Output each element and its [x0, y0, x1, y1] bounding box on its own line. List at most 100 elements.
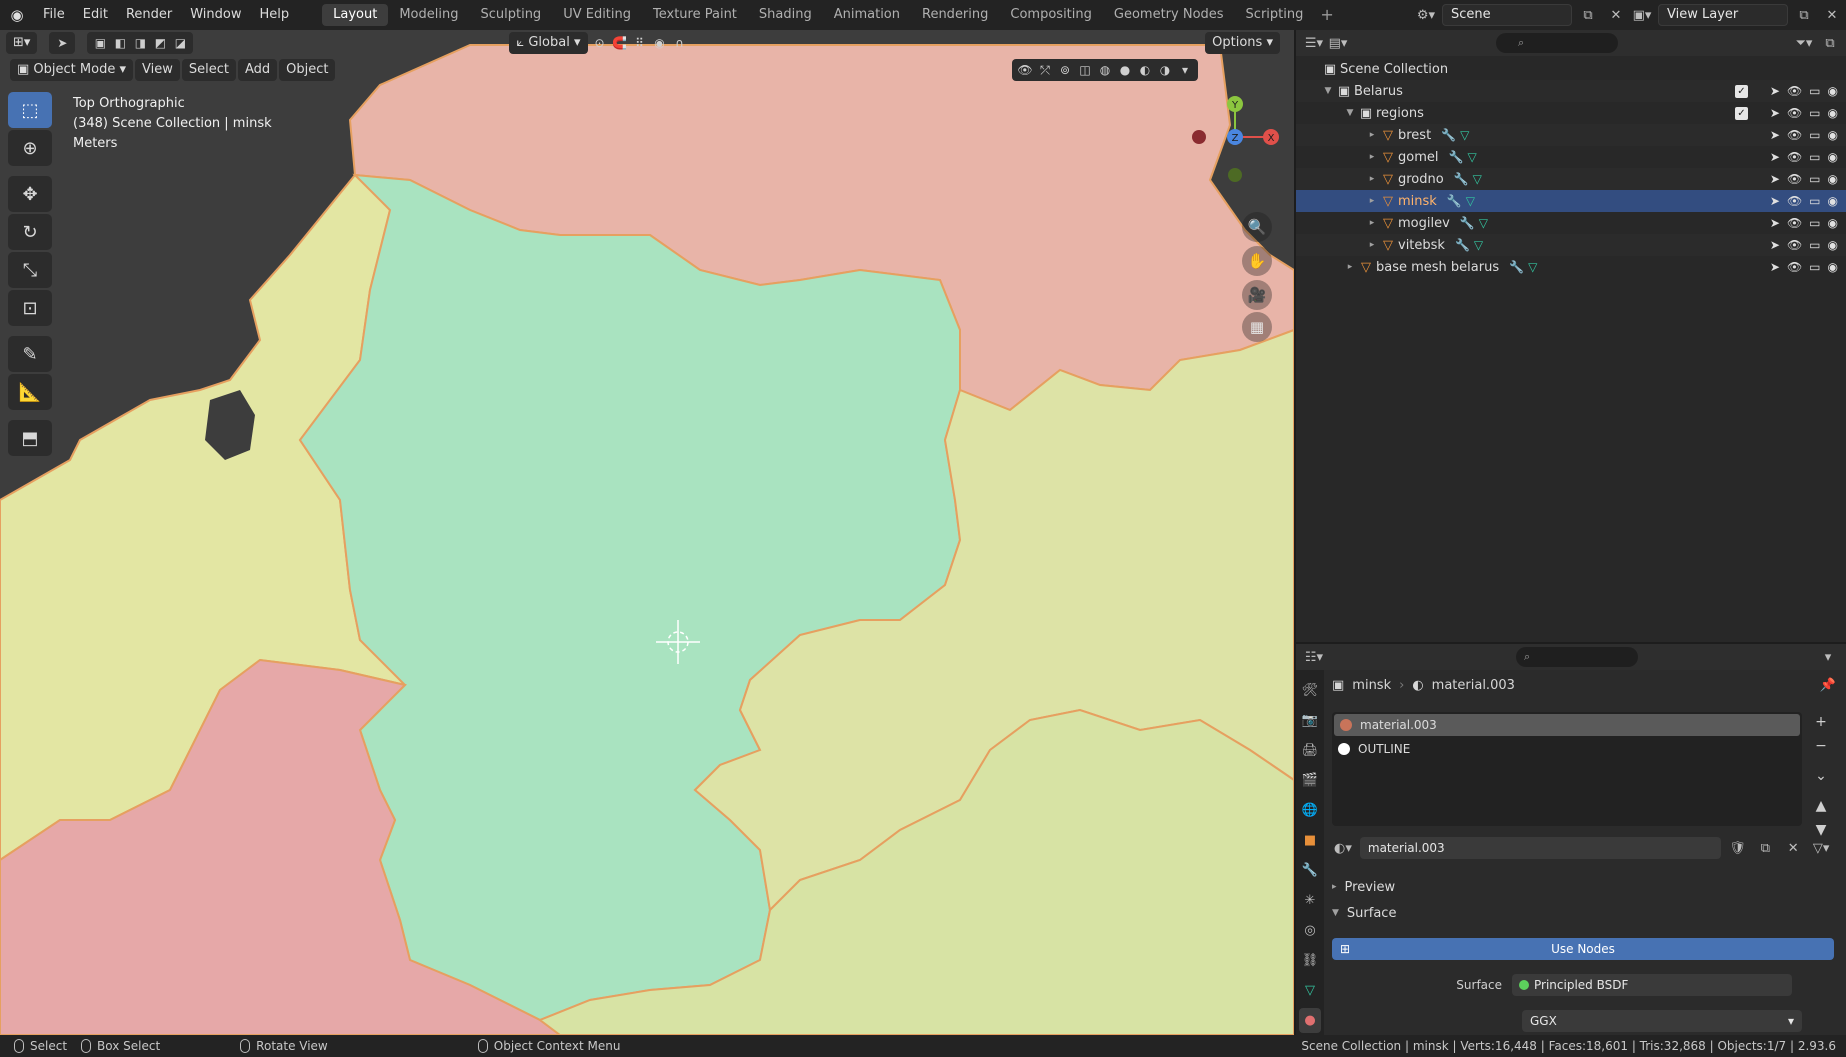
- tab-scripting[interactable]: Scripting: [1235, 4, 1315, 26]
- view-layer-field[interactable]: View Layer: [1658, 4, 1788, 26]
- render-tab-icon[interactable]: 📷: [1299, 708, 1321, 733]
- data-tab-icon[interactable]: ▽: [1299, 978, 1321, 1003]
- properties-options-icon[interactable]: ▾: [1816, 646, 1840, 668]
- object-menu[interactable]: Object: [279, 59, 336, 81]
- mode-dropdown[interactable]: ▣ Object Mode ▾: [10, 59, 133, 81]
- tab-compositing[interactable]: Compositing: [999, 4, 1103, 26]
- select-intersect-icon[interactable]: ◪: [170, 33, 190, 53]
- menu-render[interactable]: Render: [117, 0, 181, 30]
- modifier-icon[interactable]: 🔧: [1447, 194, 1462, 208]
- mesh-data-icon[interactable]: ▽: [1466, 194, 1475, 208]
- constraints-tab-icon[interactable]: ⛓: [1299, 948, 1321, 973]
- select-new-icon[interactable]: ▣: [90, 33, 110, 53]
- new-view-layer-icon[interactable]: ⧉: [1792, 4, 1816, 26]
- distribution-dropdown[interactable]: GGX ▾: [1522, 1010, 1802, 1032]
- world-tab-icon[interactable]: 🌐: [1299, 798, 1321, 823]
- eye-icon[interactable]: 👁: [1787, 128, 1802, 142]
- expand-icon[interactable]: ▸: [1366, 240, 1378, 250]
- menu-help[interactable]: Help: [251, 0, 299, 30]
- select-subtract-icon[interactable]: ◨: [130, 33, 150, 53]
- outliner-item-grodno[interactable]: ▸ ▽ grodno 🔧 ▽ ➤ 👁 ▭ ◉: [1296, 168, 1846, 190]
- delete-view-layer-icon[interactable]: ✕: [1820, 4, 1844, 26]
- properties-search-input[interactable]: ⌕: [1516, 647, 1638, 667]
- modifier-icon[interactable]: 🔧: [1448, 150, 1463, 164]
- zoom-icon[interactable]: 🔍: [1242, 212, 1272, 242]
- falloff-icon[interactable]: ∩: [670, 33, 690, 53]
- preview-panel-header[interactable]: ▸ Preview: [1332, 876, 1832, 898]
- cursor-tool-icon[interactable]: ⊕: [8, 130, 52, 166]
- outliner-item-brest[interactable]: ▸ ▽ brest 🔧 ▽ ➤ 👁 ▭ ◉: [1296, 124, 1846, 146]
- viewport-toggle-icon[interactable]: ▭: [1809, 216, 1820, 230]
- shading-options-icon[interactable]: ▾: [1175, 60, 1195, 80]
- modifier-icon[interactable]: 🔧: [1455, 238, 1470, 252]
- particles-tab-icon[interactable]: ✳: [1299, 888, 1321, 913]
- eye-icon[interactable]: 👁: [1787, 216, 1802, 230]
- tab-sculpting[interactable]: Sculpting: [469, 4, 552, 26]
- eye-icon[interactable]: 👁: [1787, 84, 1802, 98]
- select-invert-icon[interactable]: ◩: [150, 33, 170, 53]
- viewport-toggle-icon[interactable]: ▭: [1809, 260, 1820, 274]
- view-menu[interactable]: View: [135, 59, 180, 81]
- surface-panel-header[interactable]: ▼ Surface: [1332, 902, 1832, 924]
- rotate-tool-icon[interactable]: ↻: [8, 214, 52, 250]
- outliner-item-mogilev[interactable]: ▸ ▽ mogilev 🔧 ▽ ➤ 👁 ▭ ◉: [1296, 212, 1846, 234]
- mesh-data-icon[interactable]: ▽: [1528, 260, 1537, 274]
- modifier-tab-icon[interactable]: 🔧: [1299, 858, 1321, 883]
- pin-icon[interactable]: 📌: [1820, 678, 1836, 693]
- tab-geometry-nodes[interactable]: Geometry Nodes: [1103, 4, 1235, 26]
- render-toggle-icon[interactable]: ◉: [1828, 238, 1838, 252]
- surface-shader-field[interactable]: Principled BSDF: [1512, 974, 1792, 996]
- render-toggle-icon[interactable]: ◉: [1828, 128, 1838, 142]
- menu-edit[interactable]: Edit: [74, 0, 117, 30]
- visibility-icon[interactable]: 👁: [1015, 60, 1035, 80]
- material-slot[interactable]: OUTLINE: [1332, 738, 1802, 760]
- tab-modeling[interactable]: Modeling: [388, 4, 469, 26]
- outliner-search-input[interactable]: ⌕: [1496, 33, 1618, 53]
- select-toggle-icon[interactable]: ➤: [1770, 238, 1780, 252]
- solid-shading-icon[interactable]: ●: [1115, 60, 1135, 80]
- expand-icon[interactable]: ▸: [1344, 262, 1356, 272]
- collection-belarus[interactable]: ▼ ▣ Belarus ✓ ➤ 👁 ▭ ◉: [1296, 80, 1846, 102]
- blender-logo-icon[interactable]: ◉: [0, 0, 34, 30]
- select-toggle-icon[interactable]: ➤: [1770, 216, 1780, 230]
- expand-icon[interactable]: ▼: [1322, 86, 1334, 96]
- mesh-data-icon[interactable]: ▽: [1474, 238, 1483, 252]
- select-toggle-icon[interactable]: ➤: [1770, 172, 1780, 186]
- display-mode-icon[interactable]: ▤▾: [1326, 32, 1350, 54]
- exclude-checkbox[interactable]: ✓: [1735, 106, 1748, 120]
- outliner-item-gomel[interactable]: ▸ ▽ gomel 🔧 ▽ ➤ 👁 ▭ ◉: [1296, 146, 1846, 168]
- 3d-viewport[interactable]: ⊞▾ ➤ ▣ ◧ ◨ ◩ ◪ ⟀ Global ▾ ⊙ 🧲 ⠿ ◉ ∩ Opti…: [0, 30, 1294, 1035]
- outliner-item-vitebsk[interactable]: ▸ ▽ vitebsk 🔧 ▽ ➤ 👁 ▭ ◉: [1296, 234, 1846, 256]
- delete-scene-icon[interactable]: ✕: [1604, 4, 1628, 26]
- modifier-icon[interactable]: 🔧: [1509, 260, 1524, 274]
- remove-slot-icon[interactable]: −: [1810, 736, 1832, 756]
- select-toggle-icon[interactable]: ➤: [1770, 84, 1780, 98]
- tweak-icon[interactable]: ➤: [52, 33, 72, 53]
- snap-target-icon[interactable]: ⠿: [630, 33, 650, 53]
- material-slot[interactable]: material.003: [1334, 714, 1800, 736]
- render-toggle-icon[interactable]: ◉: [1828, 260, 1838, 274]
- select-menu[interactable]: Select: [181, 59, 236, 81]
- modifier-icon[interactable]: 🔧: [1460, 216, 1475, 230]
- viewport-toggle-icon[interactable]: ▭: [1809, 150, 1820, 164]
- viewport-toggle-icon[interactable]: ▭: [1809, 106, 1820, 120]
- render-toggle-icon[interactable]: ◉: [1828, 216, 1838, 230]
- material-tab-icon[interactable]: ●: [1299, 1008, 1321, 1033]
- proportional-edit-icon[interactable]: ◉: [650, 33, 670, 53]
- viewport-toggle-icon[interactable]: ▭: [1809, 84, 1820, 98]
- tab-uv-editing[interactable]: UV Editing: [552, 4, 642, 26]
- transform-tool-icon[interactable]: ⊡: [8, 290, 52, 326]
- select-toggle-icon[interactable]: ➤: [1770, 128, 1780, 142]
- scene-tab-icon[interactable]: 🎬: [1299, 768, 1321, 793]
- menu-window[interactable]: Window: [181, 0, 250, 30]
- link-data-icon[interactable]: ▽▾: [1810, 837, 1832, 859]
- output-tab-icon[interactable]: 🖨: [1299, 738, 1321, 763]
- gizmo-icon[interactable]: ⤱: [1035, 60, 1055, 80]
- scene-icon[interactable]: ⚙▾: [1414, 4, 1438, 26]
- material-shading-icon[interactable]: ◐: [1135, 60, 1155, 80]
- material-name-field[interactable]: material.003: [1359, 837, 1721, 859]
- exclude-checkbox[interactable]: ✓: [1735, 84, 1748, 98]
- select-toggle-icon[interactable]: ➤: [1770, 260, 1780, 274]
- unlink-material-icon[interactable]: ✕: [1782, 837, 1804, 859]
- ortho-toggle-icon[interactable]: ▦: [1242, 312, 1272, 342]
